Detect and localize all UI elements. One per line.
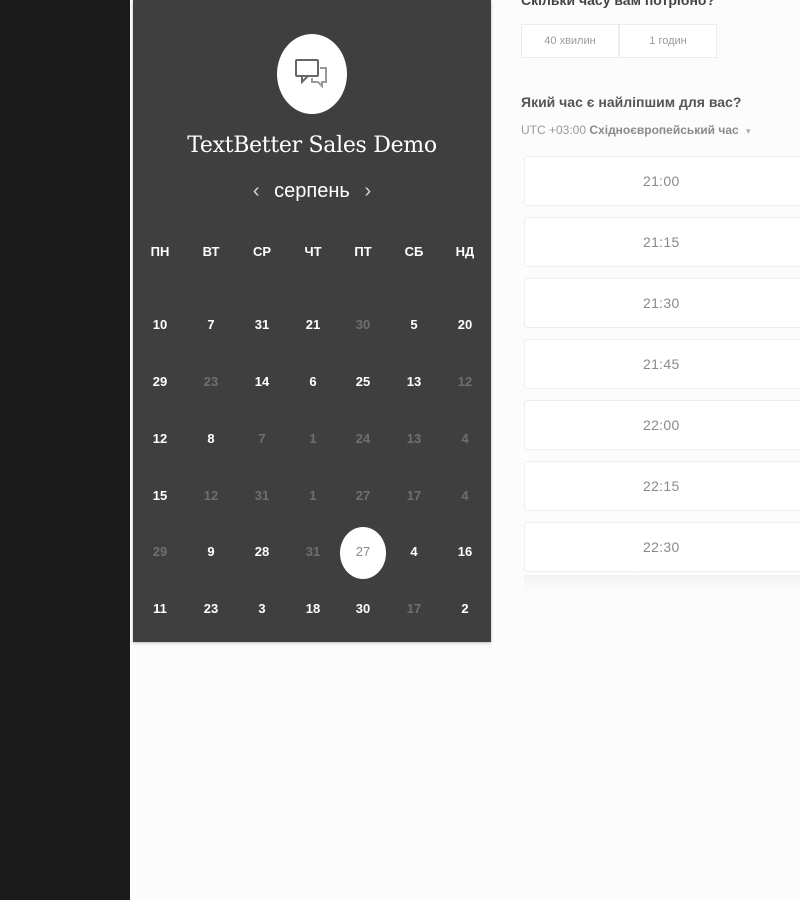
duration-option-1hour[interactable]: 1 годин [619, 24, 717, 58]
time-slot[interactable]: 21:00 [524, 156, 800, 206]
timezone-offset: UTC +03:00 [521, 123, 587, 137]
calendar-day[interactable]: 29 [135, 374, 185, 394]
time-slot[interactable]: 22:15 [524, 461, 800, 511]
calendar-day: 31 [254, 488, 270, 503]
month-navigator: ‹ серпень › [133, 180, 491, 203]
timezone-name: Східноєвропейський час [589, 123, 739, 137]
time-slot[interactable]: 22:00 [524, 400, 800, 450]
next-month-icon[interactable]: › [350, 180, 386, 203]
time-slot[interactable]: 22:30 [524, 522, 800, 572]
time-slot[interactable]: 21:30 [524, 278, 800, 328]
calendar-day[interactable]: 2 [440, 601, 490, 621]
calendar-day[interactable]: 21 [288, 317, 338, 337]
avatar [277, 34, 347, 114]
calendar-day[interactable]: 5 [389, 317, 439, 337]
calendar-title: TextBetter Sales Demo [187, 133, 437, 158]
calendar-day: 12 [203, 488, 219, 503]
weekday-label: СР [252, 244, 272, 259]
calendar-day[interactable]: 25 [338, 374, 388, 394]
calendar-day[interactable]: 16 [440, 544, 490, 564]
calendar-day-selected[interactable]: 27 [338, 544, 388, 564]
weekday-label: НД [455, 244, 475, 259]
weekday-label: ПН [150, 244, 170, 259]
calendar-day[interactable]: 28 [237, 544, 287, 564]
calendar-day: 31 [305, 544, 321, 559]
calendar-day: 4 [461, 431, 469, 446]
calendar-day: 23 [203, 374, 219, 389]
calendar-day: 1 [309, 488, 317, 503]
duration-option-40min[interactable]: 40 хвилин [521, 24, 619, 58]
weekday-label: СБ [404, 244, 424, 259]
calendar-day: 7 [258, 431, 266, 446]
calendar-day[interactable]: 23 [186, 601, 236, 621]
calendar-day: 1 [309, 431, 317, 446]
weekday-label: ПТ [354, 244, 372, 259]
calendar-day: 4 [461, 488, 469, 503]
weekday-label: ВТ [202, 244, 220, 259]
calendar-panel: TextBetter Sales Demo ‹ серпень › ПН ВТ СР… [133, 0, 491, 642]
timezone-selector[interactable]: UTC +03:00 Східноєвропейський час ▾ [521, 123, 751, 137]
calendar-day[interactable]: 13 [389, 374, 439, 394]
calendar-day[interactable]: 11 [135, 601, 185, 621]
calendar-day[interactable]: 15 [135, 488, 185, 508]
calendar-day[interactable]: 14 [237, 374, 287, 394]
caret-down-icon: ▾ [746, 126, 751, 136]
weekday-label: ЧТ [304, 244, 322, 259]
duration-options: 40 хвилин 1 годин [521, 24, 717, 58]
calendar-day: 29 [152, 544, 168, 559]
time-slot[interactable]: 21:15 [524, 217, 800, 267]
time-heading: Який час є найліпшим для вас? [521, 94, 742, 110]
calendar-day[interactable]: 18 [288, 601, 338, 621]
duration-heading: Скільки часу вам потрібно? [521, 0, 716, 8]
calendar-day: 17 [406, 601, 422, 616]
calendar-day[interactable]: 9 [186, 544, 236, 564]
calendar-day[interactable]: 3 [237, 601, 287, 621]
calendar-day: 17 [406, 488, 422, 503]
slot-list-fade [524, 575, 800, 591]
calendar-day: 24 [355, 431, 371, 446]
left-dark-panel [0, 0, 130, 900]
calendar-day[interactable]: 31 [237, 317, 287, 337]
calendar-day[interactable]: 10 [135, 317, 185, 337]
time-slot[interactable]: 21:45 [524, 339, 800, 389]
calendar-day: 27 [355, 488, 371, 503]
calendar-day[interactable]: 4 [389, 544, 439, 564]
calendar-day[interactable]: 20 [440, 317, 490, 337]
calendar-day: 13 [406, 431, 422, 446]
calendar-day: 30 [355, 317, 371, 332]
calendar-day: 12 [457, 374, 473, 389]
calendar-day[interactable]: 7 [186, 317, 236, 337]
calendar-day[interactable]: 30 [338, 601, 388, 621]
prev-month-icon[interactable]: ‹ [238, 180, 274, 203]
month-label: серпень [274, 180, 350, 202]
chat-bubbles-icon [295, 59, 327, 89]
calendar-day[interactable]: 12 [135, 431, 185, 451]
calendar-day[interactable]: 6 [288, 374, 338, 394]
calendar-day[interactable]: 8 [186, 431, 236, 451]
